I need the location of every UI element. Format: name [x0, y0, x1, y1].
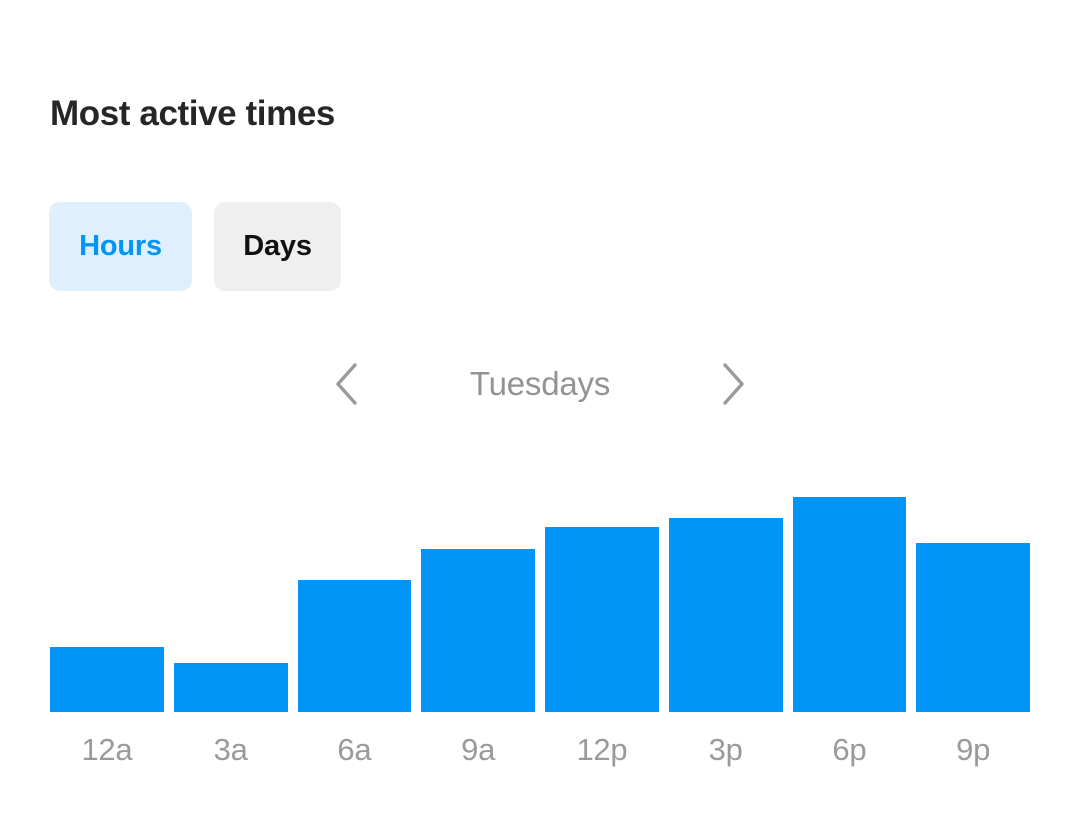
bar-slot[interactable] [668, 462, 783, 712]
chart-bar[interactable] [916, 543, 1030, 712]
bar-slot[interactable] [50, 462, 164, 712]
toggle-option-days[interactable]: Days [214, 202, 341, 291]
chart-bar[interactable] [297, 580, 412, 712]
bar-slot[interactable] [792, 462, 907, 712]
bar-slot[interactable] [545, 462, 659, 712]
bar-slot[interactable] [421, 462, 535, 712]
chevron-right-icon[interactable] [705, 356, 761, 412]
bar-slot[interactable] [297, 462, 412, 712]
most-active-times-card: Most active times Hours Days Tuesdays 12… [0, 0, 1080, 820]
time-granularity-toggle: Hours Days [49, 202, 341, 291]
x-axis-tick: 9a [461, 732, 496, 767]
chart-bar[interactable] [421, 549, 535, 712]
activity-bar-chart [50, 462, 1030, 712]
toggle-option-hours[interactable]: Hours [49, 202, 192, 291]
x-axis-labels: 12a 3a 6a 9a 12p 3p 6p 9p [50, 730, 1030, 770]
chart-bar[interactable] [792, 497, 907, 712]
x-axis-tick: 12a [81, 732, 133, 767]
x-axis-tick: 6p [832, 732, 867, 767]
x-axis-tick: 6a [337, 732, 372, 767]
bar-series [50, 462, 1030, 712]
period-navigator: Tuesdays [0, 352, 1080, 416]
chart-bar[interactable] [50, 647, 164, 712]
x-axis-tick: 3p [708, 732, 743, 767]
bar-slot[interactable] [173, 462, 288, 712]
chart-bar[interactable] [173, 663, 288, 712]
chart-bar[interactable] [545, 527, 659, 712]
chevron-left-icon[interactable] [319, 356, 375, 412]
x-axis-tick: 12p [576, 732, 628, 767]
period-label: Tuesdays [469, 365, 611, 402]
x-axis-tick: 3a [213, 732, 248, 767]
x-axis-tick: 9p [956, 732, 991, 767]
chart-bar[interactable] [668, 518, 783, 712]
bar-slot[interactable] [916, 462, 1030, 712]
page-title: Most active times [50, 94, 335, 133]
